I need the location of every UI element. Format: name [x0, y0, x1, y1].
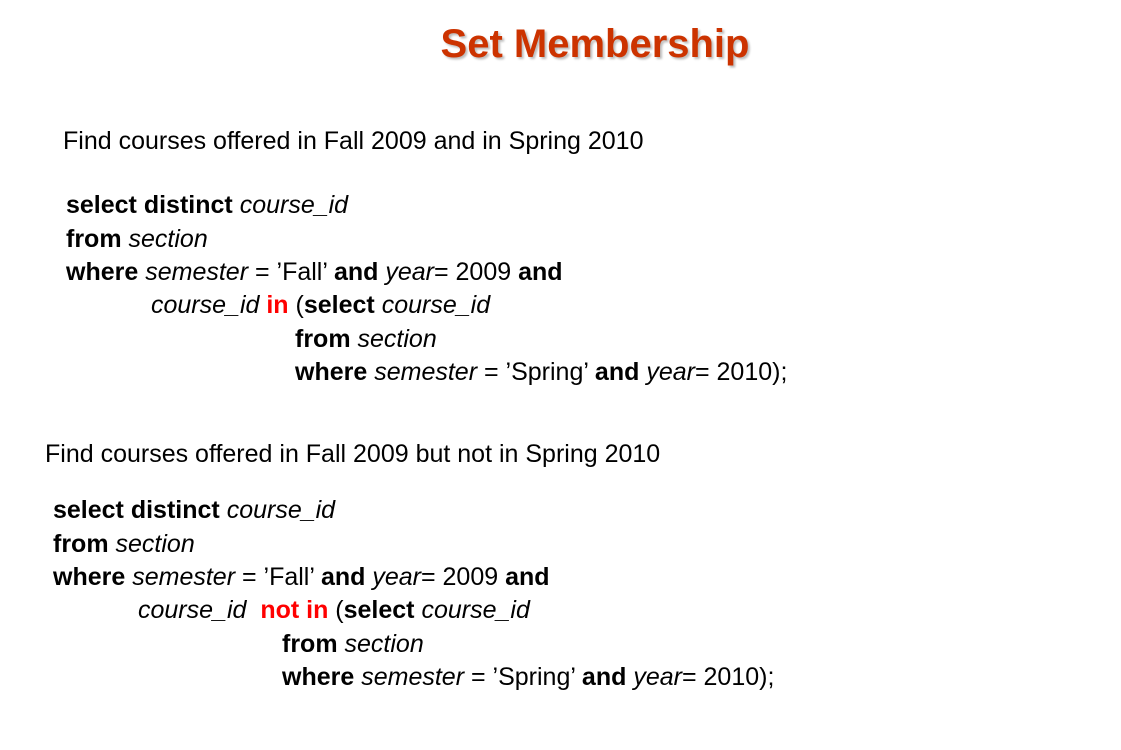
- sql-keyword: and: [505, 563, 550, 591]
- example1-code-line: course_id in (select course_id: [151, 290, 490, 320]
- sql-text: = ’Fall’: [248, 258, 334, 286]
- example1-code-line: where semester = ’Spring’ and year= 2010…: [295, 357, 787, 387]
- sql-keyword: where: [282, 663, 355, 691]
- sql-keyword: select distinct: [53, 496, 220, 524]
- example2-code-line: from section: [282, 629, 424, 659]
- example2-code-line: where semester = ’Fall’ and year= 2009 a…: [53, 562, 550, 592]
- sql-identifier: semester: [361, 663, 465, 691]
- sql-identifier: course_id: [421, 596, 530, 624]
- sql-keyword: from: [66, 225, 122, 253]
- sql-text: (: [288, 291, 304, 319]
- sql-keyword: select: [303, 291, 375, 319]
- sql-identifier: course_id: [226, 496, 336, 524]
- example2-code-line: course_id not in (select course_id: [138, 595, 530, 625]
- sql-keyword: and: [581, 663, 627, 691]
- sql-identifier: course_id: [239, 191, 349, 219]
- sql-identifier: year: [372, 563, 421, 591]
- sql-keyword: and: [518, 258, 563, 286]
- sql-text: = 2010);: [681, 663, 775, 691]
- sql-identifier: section: [128, 225, 208, 253]
- sql-identifier: semester: [132, 563, 236, 591]
- example1-code-line: where semester = ’Fall’ and year= 2009 a…: [66, 257, 563, 287]
- sql-keyword: and: [333, 258, 379, 286]
- example1-code-line: from section: [295, 324, 437, 354]
- example2-code-line: where semester = ’Spring’ and year= 2010…: [282, 662, 774, 692]
- sql-identifier: course_id: [151, 291, 260, 319]
- sql-identifier: section: [357, 325, 437, 353]
- slide-title: Set Membership: [440, 22, 750, 66]
- sql-text: = ’Spring’: [464, 663, 582, 691]
- sql-text: = ’Spring’: [477, 358, 595, 386]
- sql-keyword: from: [53, 530, 109, 558]
- sql-keyword: where: [53, 563, 126, 591]
- sql-identifier: section: [115, 530, 195, 558]
- sql-text: = 2010);: [694, 358, 788, 386]
- slide: { "slide": { "title": "Set Membership" }…: [0, 0, 1121, 750]
- sql-keyword: where: [295, 358, 368, 386]
- sql-identifier: semester: [145, 258, 249, 286]
- sql-keyword: where: [66, 258, 139, 286]
- sql-identifier: year: [646, 358, 695, 386]
- example1-code-line: select distinct course_id: [66, 190, 348, 220]
- example2-prompt: Find courses offered in Fall 2009 but no…: [45, 440, 661, 468]
- sql-identifier: semester: [374, 358, 478, 386]
- sql-identifier: year: [633, 663, 682, 691]
- sql-identifier: course_id: [138, 596, 247, 624]
- sql-identifier: section: [344, 630, 424, 658]
- sql-membership-operator: not in: [260, 596, 329, 624]
- example2-code-line: from section: [53, 529, 195, 559]
- sql-keyword: and: [594, 358, 640, 386]
- sql-membership-operator: in: [266, 291, 289, 319]
- sql-keyword: and: [320, 563, 366, 591]
- sql-keyword: from: [282, 630, 338, 658]
- sql-keyword: from: [295, 325, 351, 353]
- example1-code-line: from section: [66, 224, 208, 254]
- sql-text: = 2009: [433, 258, 519, 286]
- sql-identifier: course_id: [381, 291, 491, 319]
- sql-keyword: select: [343, 596, 415, 624]
- example1-prompt: Find courses offered in Fall 2009 and in…: [63, 127, 644, 155]
- sql-text: (: [328, 596, 344, 624]
- example2-code-line: select distinct course_id: [53, 495, 335, 525]
- sql-text: = 2009: [420, 563, 506, 591]
- sql-identifier: year: [385, 258, 434, 286]
- sql-keyword: select distinct: [66, 191, 233, 219]
- sql-text: = ’Fall’: [235, 563, 321, 591]
